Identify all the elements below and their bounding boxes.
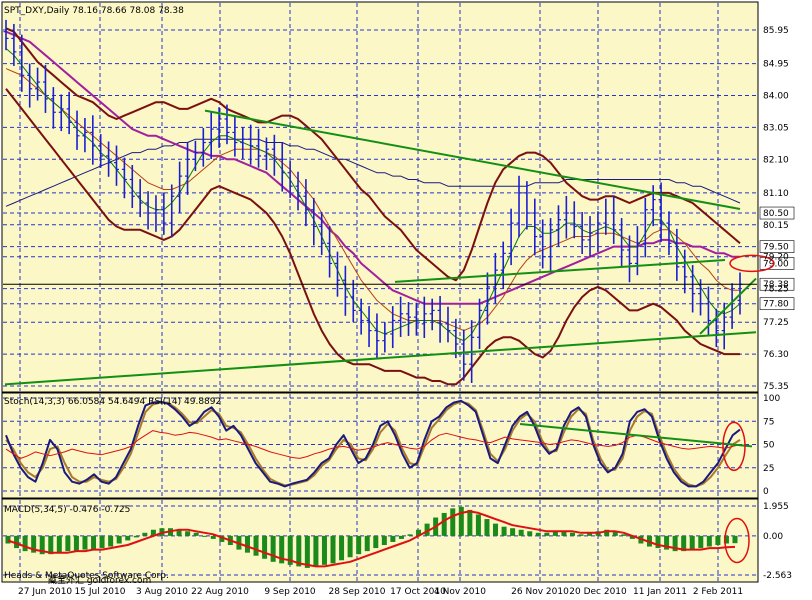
macd-bar (458, 506, 464, 536)
x-tick-label: 28 Sep 2010 (328, 587, 385, 597)
y-tick-label: 75.35 (763, 382, 789, 392)
y-tick-label: 80.15 (763, 221, 789, 231)
pane-backgrounds (1, 1, 759, 583)
macd-bar (116, 535, 122, 544)
y-tick-label: 76.30 (763, 350, 789, 360)
chart-title-stoch: Stoch(14,3,3) 66.0584 54.6494 RSI(14) 49… (4, 397, 221, 407)
macd-bar (339, 535, 345, 561)
y-tick-label: -2.563 (763, 571, 792, 581)
y-tick-label: 50 (763, 441, 775, 451)
y-tick-label: 81.10 (763, 189, 789, 199)
macd-bar (364, 535, 370, 552)
macd-bar (5, 535, 11, 544)
x-tick-label: 11 Jan 2011 (633, 587, 687, 597)
macd-bar (99, 535, 105, 549)
macd-bar (493, 523, 499, 536)
chart-canvas: 80.5079.5079.0078.3877.80 27 Jun 2010 15 … (1, 1, 795, 597)
x-tick-label: 15 Jul 2010 (75, 587, 126, 597)
macd-bar (321, 535, 327, 565)
level-label: 80.50 (763, 209, 789, 219)
x-tick-label: 20 Dec 2010 (569, 587, 627, 597)
macd-bar (381, 535, 387, 546)
y-tick-label: 1.955 (763, 502, 789, 512)
x-tick-label: 2 Feb 2011 (693, 587, 743, 597)
macd-bar (22, 535, 28, 552)
x-tick-label: 27 Jun 2010 (18, 587, 72, 597)
chart-title-price: SPT_DXY,Daily 78.16 78.66 78.08 78.38 (4, 6, 184, 16)
level-label: 77.80 (763, 300, 789, 310)
macd-bar (185, 531, 191, 536)
macd-bar (270, 535, 276, 562)
y-tick-label: 83.05 (763, 123, 789, 133)
y-tick-label: 0 (763, 487, 769, 497)
macd-bar (91, 535, 97, 550)
level-label: 79.50 (763, 243, 789, 253)
x-tick-label: 22 Aug 2010 (191, 587, 249, 597)
macd-bar (689, 535, 695, 550)
macd-bar (467, 509, 473, 536)
macd-bar (390, 535, 396, 542)
macd-bar (732, 535, 738, 544)
macd-bar (244, 535, 250, 553)
macd-bar (501, 526, 507, 536)
y-tick-label: 79.20 (763, 253, 789, 263)
macd-bar (108, 535, 114, 547)
macd-bar (715, 535, 721, 546)
macd-bar (82, 535, 88, 550)
macd-bar (193, 532, 199, 536)
macd-bar (450, 508, 456, 536)
macd-bar (373, 535, 379, 549)
macd-bar (142, 532, 148, 536)
y-tick-label: 25 (763, 464, 774, 474)
macd-bar (304, 535, 310, 568)
macd-bar (202, 535, 208, 537)
macd-bar (253, 535, 259, 556)
macd-bar (262, 535, 268, 559)
y-tick-label: 84.95 (763, 60, 789, 70)
macd-bar (484, 519, 490, 536)
macd-bar (527, 531, 533, 536)
y-tick-label: 78.25 (763, 285, 789, 295)
macd-bar (475, 514, 481, 536)
y-tick-label: 0.00 (763, 532, 783, 542)
macd-bar (313, 535, 319, 567)
macd-bar (698, 535, 704, 549)
macd-bar (621, 534, 627, 536)
y-tick-label: 84.00 (763, 91, 789, 101)
y-tick-label: 75 (763, 417, 774, 427)
macd-bar (210, 535, 216, 539)
macd-bar (398, 535, 404, 539)
macd-bar (330, 535, 336, 564)
logo-text: 藏宝外汇 goldforex.com (48, 574, 151, 586)
macd-bar (65, 535, 71, 552)
y-tick-label: 82.10 (763, 155, 789, 165)
macd-bar (706, 535, 712, 547)
y-tick-label: 77.25 (763, 318, 789, 328)
macd-bar (407, 534, 413, 536)
macd-bar (356, 535, 362, 555)
macd-bar (125, 535, 131, 541)
x-tick-label: 26 Nov 2010 (511, 587, 569, 597)
chart-title-macd: MACD(5,34,5) -0.476 -0.725 (4, 505, 130, 515)
macd-bar (347, 535, 353, 558)
macd-bar (535, 532, 541, 536)
macd-bar (73, 535, 79, 552)
macd-bar (441, 512, 447, 536)
macd-bar (578, 534, 584, 536)
macd-bar (510, 528, 516, 536)
x-tick-label: 9 Sep 2010 (264, 587, 316, 597)
macd-bar (569, 532, 575, 536)
macd-bar (544, 532, 550, 536)
macd-bar (56, 535, 62, 553)
y-tick-label: 85.95 (763, 26, 789, 36)
x-tick-label: 4 Nov 2010 (434, 587, 486, 597)
x-tick-label: 3 Aug 2010 (136, 587, 188, 597)
macd-bar (518, 529, 524, 536)
macd-bar (133, 535, 139, 538)
y-tick-label: 100 (763, 394, 780, 404)
